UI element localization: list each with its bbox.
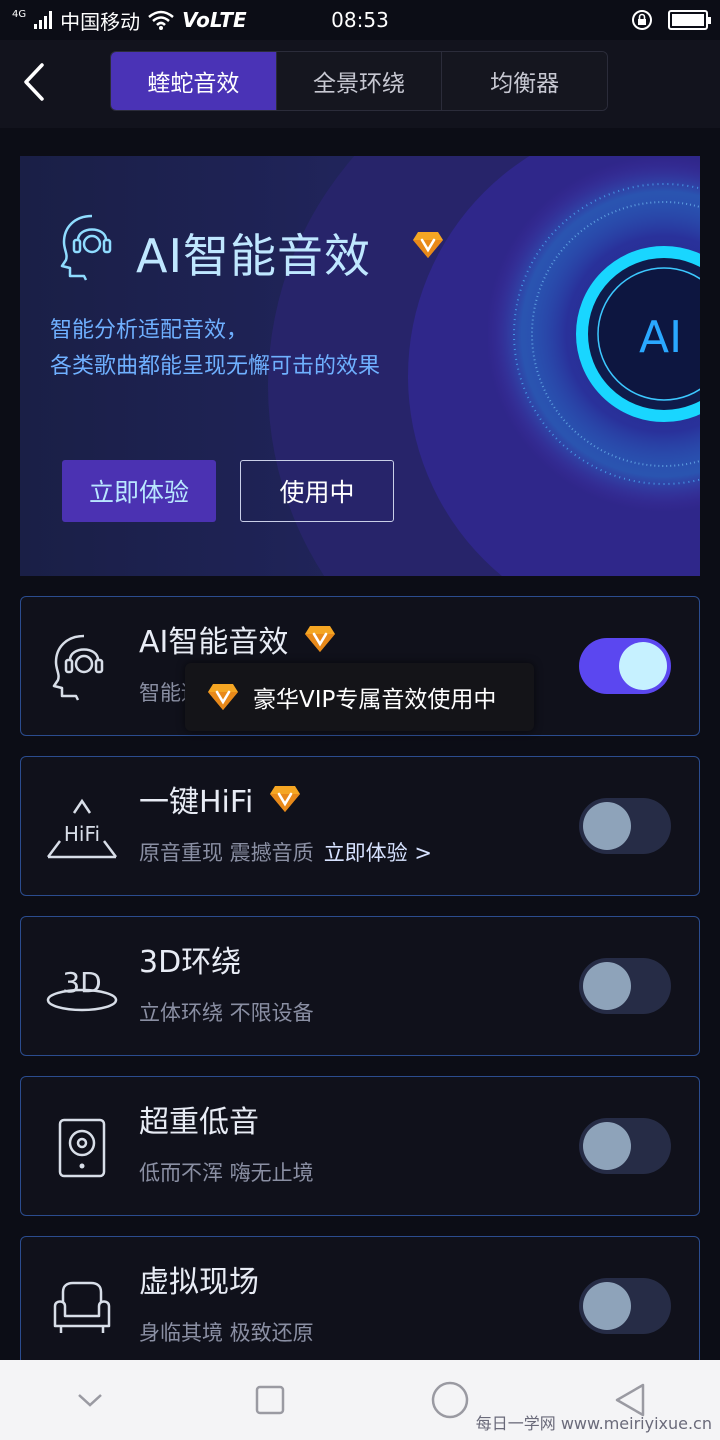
toggle-knob <box>583 1122 631 1170</box>
hifi-icon: HiFi <box>47 798 117 859</box>
hide-nav-button[interactable] <box>60 1370 120 1430</box>
effect-card-virtual-live[interactable]: 虚拟现场 身临其境 极致还原 <box>20 1236 700 1360</box>
vip-toast: 豪华VIP专属音效使用中 <box>185 663 534 731</box>
svg-text:HiFi: HiFi <box>64 822 100 846</box>
wifi-icon <box>148 10 174 30</box>
ai-head-icon <box>60 214 112 281</box>
vip-gem-icon <box>270 786 301 812</box>
system-nav-bar: 每日一学网 www.meiriyixue.cn <box>0 1360 720 1440</box>
vip-gem-icon <box>208 684 238 710</box>
watermark: 每日一学网 www.meiriyixue.cn <box>475 1414 712 1433</box>
effect-card-hifi[interactable]: HiFi 一键HiFi 原音重现 震撼音质 立即体验 > <box>20 756 700 896</box>
carrier-label: 中国移动 <box>60 9 141 34</box>
effect-desc: 原音重现 震撼音质 <box>139 841 314 865</box>
speaker-icon <box>58 1118 106 1178</box>
effect-card-3d[interactable]: 3D 3D环绕 立体环绕 不限设备 <box>20 916 700 1056</box>
home-button[interactable] <box>420 1370 480 1430</box>
tab-viper-effects[interactable]: 蝰蛇音效 <box>111 52 277 110</box>
effect-title: AI智能音效 <box>139 625 289 660</box>
back-button[interactable] <box>14 58 54 106</box>
toggle-knob <box>619 642 667 690</box>
ai-effect-banner: AI AI智能音效 智能分析适配音效， 各类歌曲都能呈现无懈可击的效果 立即体验… <box>20 156 700 576</box>
network-type: 4G <box>12 8 27 20</box>
effect-title: 超重低音 <box>139 1105 259 1140</box>
effect-desc: 身临其境 极致还原 <box>139 1321 314 1345</box>
effect-toggle[interactable] <box>579 1118 671 1174</box>
effect-title: 一键HiFi <box>139 785 254 820</box>
ai-orb-graphic <box>488 156 700 512</box>
try-now-link[interactable]: 立即体验 > <box>324 841 432 865</box>
effect-desc: 立体环绕 不限设备 <box>139 1001 314 1025</box>
banner-title: AI智能音效 <box>136 229 372 283</box>
effect-title: 3D环绕 <box>139 945 242 980</box>
banner-subtitle-1: 智能分析适配音效， <box>50 318 249 343</box>
tab-bar: 蝰蛇音效 全景环绕 均衡器 <box>110 51 608 111</box>
toggle-knob <box>583 962 631 1010</box>
recents-button[interactable] <box>240 1370 300 1430</box>
toggle-knob <box>583 802 631 850</box>
effect-toggle[interactable] <box>579 958 671 1014</box>
main-content: AI AI智能音效 智能分析适配音效， 各类歌曲都能呈现无懈可击的效果 立即体验… <box>0 128 720 1360</box>
circle-icon <box>431 1381 469 1419</box>
in-use-button[interactable]: 使用中 <box>240 460 394 522</box>
ai-head-icon <box>52 634 104 701</box>
tab-equalizer[interactable]: 均衡器 <box>442 52 607 110</box>
status-bar: 4G 中国移动 VoLTE 08:53 <box>0 0 720 40</box>
ai-orb-label: AI <box>639 312 683 363</box>
chevron-down-icon <box>78 1394 102 1407</box>
svg-text:3D: 3D <box>62 966 101 999</box>
volte-label: VoLTE <box>182 8 247 32</box>
effect-card-bass[interactable]: 超重低音 低而不浑 嗨无止境 <box>20 1076 700 1216</box>
effect-toggle[interactable] <box>579 798 671 854</box>
try-now-button[interactable]: 立即体验 <box>62 460 216 522</box>
toggle-knob <box>583 1282 631 1330</box>
vip-gem-icon <box>413 232 443 258</box>
rotation-lock-icon <box>632 10 652 30</box>
signal-icon <box>34 11 53 29</box>
armchair-icon <box>53 1281 111 1333</box>
effect-toggle[interactable] <box>579 638 671 694</box>
chevron-left-icon <box>24 63 44 101</box>
3d-surround-icon: 3D <box>46 966 118 1012</box>
banner-subtitle-2: 各类歌曲都能呈现无懈可击的效果 <box>50 354 381 379</box>
effect-desc: 低而不浑 嗨无止境 <box>139 1161 314 1185</box>
toast-text: 豪华VIP专属音效使用中 <box>253 687 497 713</box>
effect-toggle[interactable] <box>579 1278 671 1334</box>
tab-panoramic-surround[interactable]: 全景环绕 <box>276 52 443 110</box>
header: 蝰蛇音效 全景环绕 均衡器 <box>0 40 720 128</box>
effect-title: 虚拟现场 <box>139 1265 259 1300</box>
battery-icon <box>668 10 711 30</box>
square-icon <box>255 1385 285 1415</box>
vip-gem-icon <box>305 626 336 652</box>
